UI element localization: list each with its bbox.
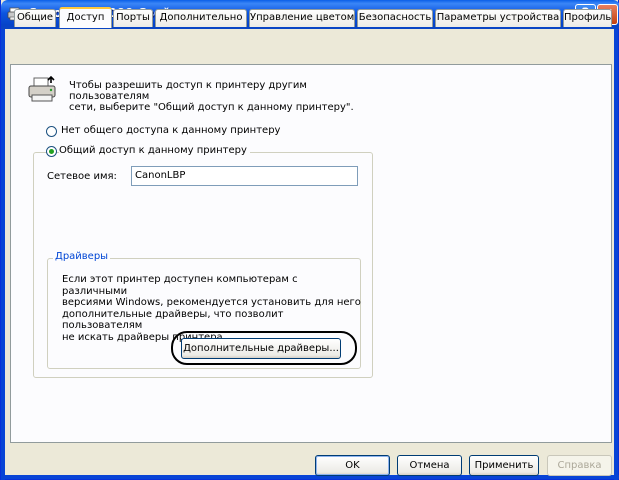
tab-ports[interactable]: Порты	[113, 9, 153, 27]
window-frame-left	[1, 29, 5, 480]
tab-general[interactable]: Общие	[14, 9, 56, 27]
cancel-button[interactable]: Отмена	[397, 455, 462, 476]
tab-sharing[interactable]: Доступ	[59, 7, 112, 28]
callout-highlight-ring	[171, 331, 357, 365]
shared-printer-icon	[28, 75, 56, 102]
ok-button[interactable]: OK	[315, 455, 390, 476]
intro-line-1: Чтобы разрешить доступ к принтеру другим…	[69, 80, 307, 102]
drivers-line-2: версиями Windows, рекомендуется установи…	[62, 297, 361, 308]
shared-label[interactable]: Общий доступ к данному принтеру	[59, 145, 250, 156]
properties-window: Canon LBP3000 Свойства ? ✕ Общие Доступ …	[0, 0, 619, 480]
apply-button[interactable]: Применить	[469, 455, 539, 476]
shared-radio[interactable]	[46, 146, 57, 157]
not-shared-radio[interactable]	[46, 126, 57, 137]
sharing-intro-text: Чтобы разрешить доступ к принтеру другим…	[69, 80, 389, 113]
drivers-line-1: Если этот принтер доступен компьютерам с…	[62, 274, 298, 297]
share-name-input[interactable]: CanonLBP	[131, 166, 358, 186]
help-button: Справка	[547, 455, 612, 476]
tab-advanced[interactable]: Дополнительно	[155, 9, 247, 27]
not-shared-label[interactable]: Нет общего доступа к данному принтеру	[61, 125, 280, 136]
intro-line-2: сети, выберите "Общий доступ к данному п…	[69, 102, 354, 113]
share-name-label: Сетевое имя:	[47, 171, 117, 182]
drivers-line-3: дополнительные драйверы, что позволит по…	[62, 308, 284, 332]
tab-security[interactable]: Безопасность	[357, 9, 433, 27]
window-frame-right	[614, 29, 618, 480]
tab-profile[interactable]: Профиль	[563, 9, 612, 27]
drivers-group-title: Драйверы	[53, 251, 111, 262]
tab-device-settings[interactable]: Параметры устройства	[435, 9, 561, 27]
tab-color-management[interactable]: Управление цветом	[249, 9, 355, 27]
